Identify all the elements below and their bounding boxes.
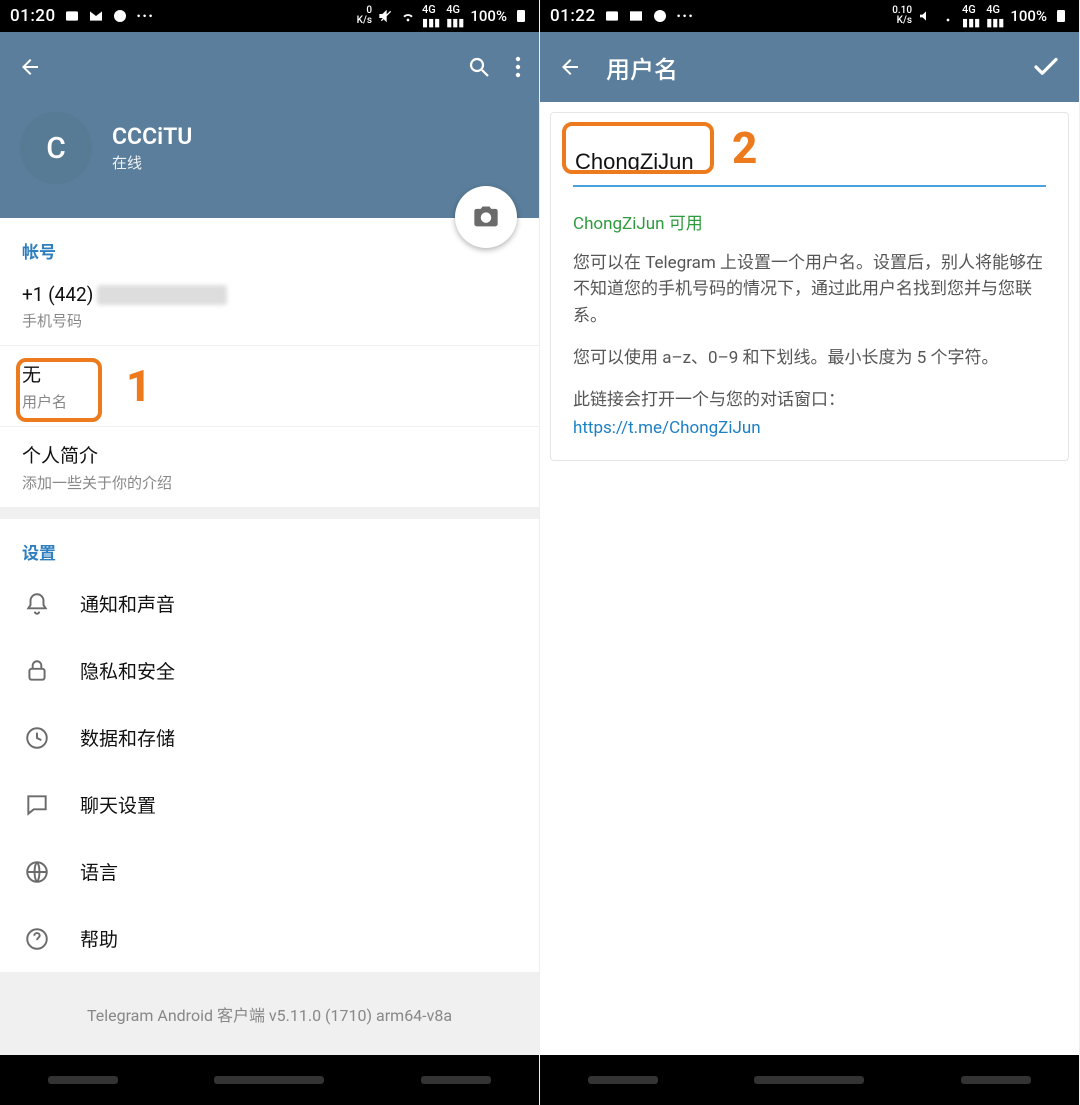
app-bar	[0, 32, 539, 102]
mute-icon	[918, 8, 934, 24]
settings-item-help[interactable]: 帮助	[0, 905, 539, 972]
phone-prefix: +1 (442)	[22, 283, 93, 306]
battery-icon	[1053, 8, 1069, 24]
settings-item-notifications[interactable]: 通知和声音	[0, 570, 539, 637]
net-rate: 0.10K/s	[892, 6, 912, 26]
version-footer: Telegram Android 客户端 v5.11.0 (1710) arm6…	[0, 972, 539, 1055]
settings-section: 设置 通知和声音 隐私和安全 数据和存储 聊天设置 语言	[0, 507, 539, 972]
phone-item[interactable]: +1 (442) 手机号码	[0, 269, 539, 346]
signal-4g-icon-2: 4G▮▮▮	[446, 3, 464, 29]
mail-icon	[88, 8, 104, 24]
nav-home[interactable]	[214, 1076, 324, 1084]
account-section: 帐号 +1 (442) 手机号码 无 用户名 个人简介 添加一些关于你的介绍	[0, 218, 539, 507]
status-bar: 01:20 0K/s 4G▮▮▮ 4G▮▮▮ 100%	[0, 0, 539, 32]
clock-icon	[24, 725, 50, 751]
nav-recent[interactable]	[48, 1076, 118, 1084]
username-body: ChongZiJun 可用 您可以在 Telegram 上设置一个用户名。设置后…	[540, 102, 1079, 1055]
settings-item-data[interactable]: 数据和存储	[0, 704, 539, 771]
avatar[interactable]: C	[20, 112, 92, 184]
profile-header: C CCCiTU 在线	[0, 102, 539, 218]
help-icon	[24, 926, 50, 952]
section-header-settings: 设置	[0, 519, 539, 570]
more-icon	[676, 3, 694, 29]
globe-icon	[24, 859, 50, 885]
confirm-icon[interactable]	[1031, 52, 1061, 82]
status-time: 01:22	[550, 6, 596, 26]
camera-button[interactable]	[455, 186, 517, 248]
username-value: 无	[22, 360, 517, 387]
status-time: 01:20	[10, 6, 56, 26]
screen-username: 01:22 0.10K/s 4G▮▮▮ 4G▮▮▮ 100% 用户名 Chong…	[540, 0, 1080, 1105]
phone-label: 手机号码	[22, 310, 517, 331]
wifi-icon	[940, 8, 956, 24]
chat-settings-icon	[24, 792, 50, 818]
android-nav-bar	[540, 1055, 1079, 1105]
image-icon	[64, 8, 80, 24]
settings-label: 数据和存储	[80, 724, 175, 751]
signal-4g-icon: 4G▮▮▮	[422, 3, 440, 29]
nav-back[interactable]	[961, 1076, 1031, 1084]
username-label: 用户名	[22, 391, 517, 412]
username-desc-3: 此链接会打开一个与您的对话窗口：	[573, 387, 1046, 413]
back-icon[interactable]	[18, 55, 42, 79]
net-rate: 0K/s	[357, 6, 372, 26]
battery-percent: 100%	[1010, 7, 1047, 25]
page-title: 用户名	[606, 50, 678, 85]
settings-label: 通知和声音	[80, 590, 175, 617]
android-nav-bar	[0, 1055, 539, 1105]
lock-icon	[24, 658, 50, 684]
bell-icon	[24, 591, 50, 617]
camera-icon	[472, 203, 500, 231]
settings-item-privacy[interactable]: 隐私和安全	[0, 637, 539, 704]
settings-label: 帮助	[80, 925, 118, 952]
username-desc-2: 您可以使用 a–z、0–9 和下划线。最小长度为 5 个字符。	[573, 345, 1046, 371]
app-bar: 用户名	[540, 32, 1079, 102]
wifi-icon	[400, 8, 416, 24]
bio-title: 个人简介	[22, 441, 517, 468]
profile-status: 在线	[112, 152, 192, 173]
settings-label: 语言	[80, 858, 118, 885]
settings-label: 聊天设置	[80, 791, 156, 818]
chat-icon	[652, 8, 668, 24]
phone-redacted	[97, 285, 227, 305]
screen-settings: 01:20 0K/s 4G▮▮▮ 4G▮▮▮ 100% C CCCiTU 在线	[0, 0, 540, 1105]
username-link[interactable]: https://t.me/ChongZiJun	[573, 418, 1046, 438]
status-bar: 01:22 0.10K/s 4G▮▮▮ 4G▮▮▮ 100%	[540, 0, 1079, 32]
mail-icon	[628, 8, 644, 24]
more-menu-icon[interactable]	[515, 55, 521, 79]
nav-back[interactable]	[421, 1076, 491, 1084]
username-input[interactable]	[573, 145, 1046, 187]
more-icon	[136, 3, 154, 29]
settings-item-chat[interactable]: 聊天设置	[0, 771, 539, 838]
username-item[interactable]: 无 用户名	[0, 346, 539, 427]
settings-item-language[interactable]: 语言	[0, 838, 539, 905]
settings-body: 帐号 +1 (442) 手机号码 无 用户名 个人简介 添加一些关于你的介绍 设…	[0, 218, 539, 1055]
battery-percent: 100%	[470, 7, 507, 25]
nav-recent[interactable]	[588, 1076, 658, 1084]
username-card: ChongZiJun 可用 您可以在 Telegram 上设置一个用户名。设置后…	[550, 112, 1069, 461]
signal-4g-icon-2: 4G▮▮▮	[986, 3, 1004, 29]
profile-name: CCCiTU	[112, 123, 192, 150]
signal-4g-icon: 4G▮▮▮	[962, 3, 980, 29]
username-available: ChongZiJun 可用	[573, 209, 1046, 234]
settings-label: 隐私和安全	[80, 657, 175, 684]
back-icon[interactable]	[558, 55, 582, 79]
image-icon	[604, 8, 620, 24]
bio-sub: 添加一些关于你的介绍	[22, 472, 517, 493]
battery-icon	[513, 8, 529, 24]
mute-icon	[378, 8, 394, 24]
username-desc-1: 您可以在 Telegram 上设置一个用户名。设置后，别人将能够在不知道您的手机…	[573, 250, 1046, 329]
bio-item[interactable]: 个人简介 添加一些关于你的介绍	[0, 427, 539, 507]
chat-icon	[112, 8, 128, 24]
search-icon[interactable]	[467, 55, 491, 79]
nav-home[interactable]	[754, 1076, 864, 1084]
